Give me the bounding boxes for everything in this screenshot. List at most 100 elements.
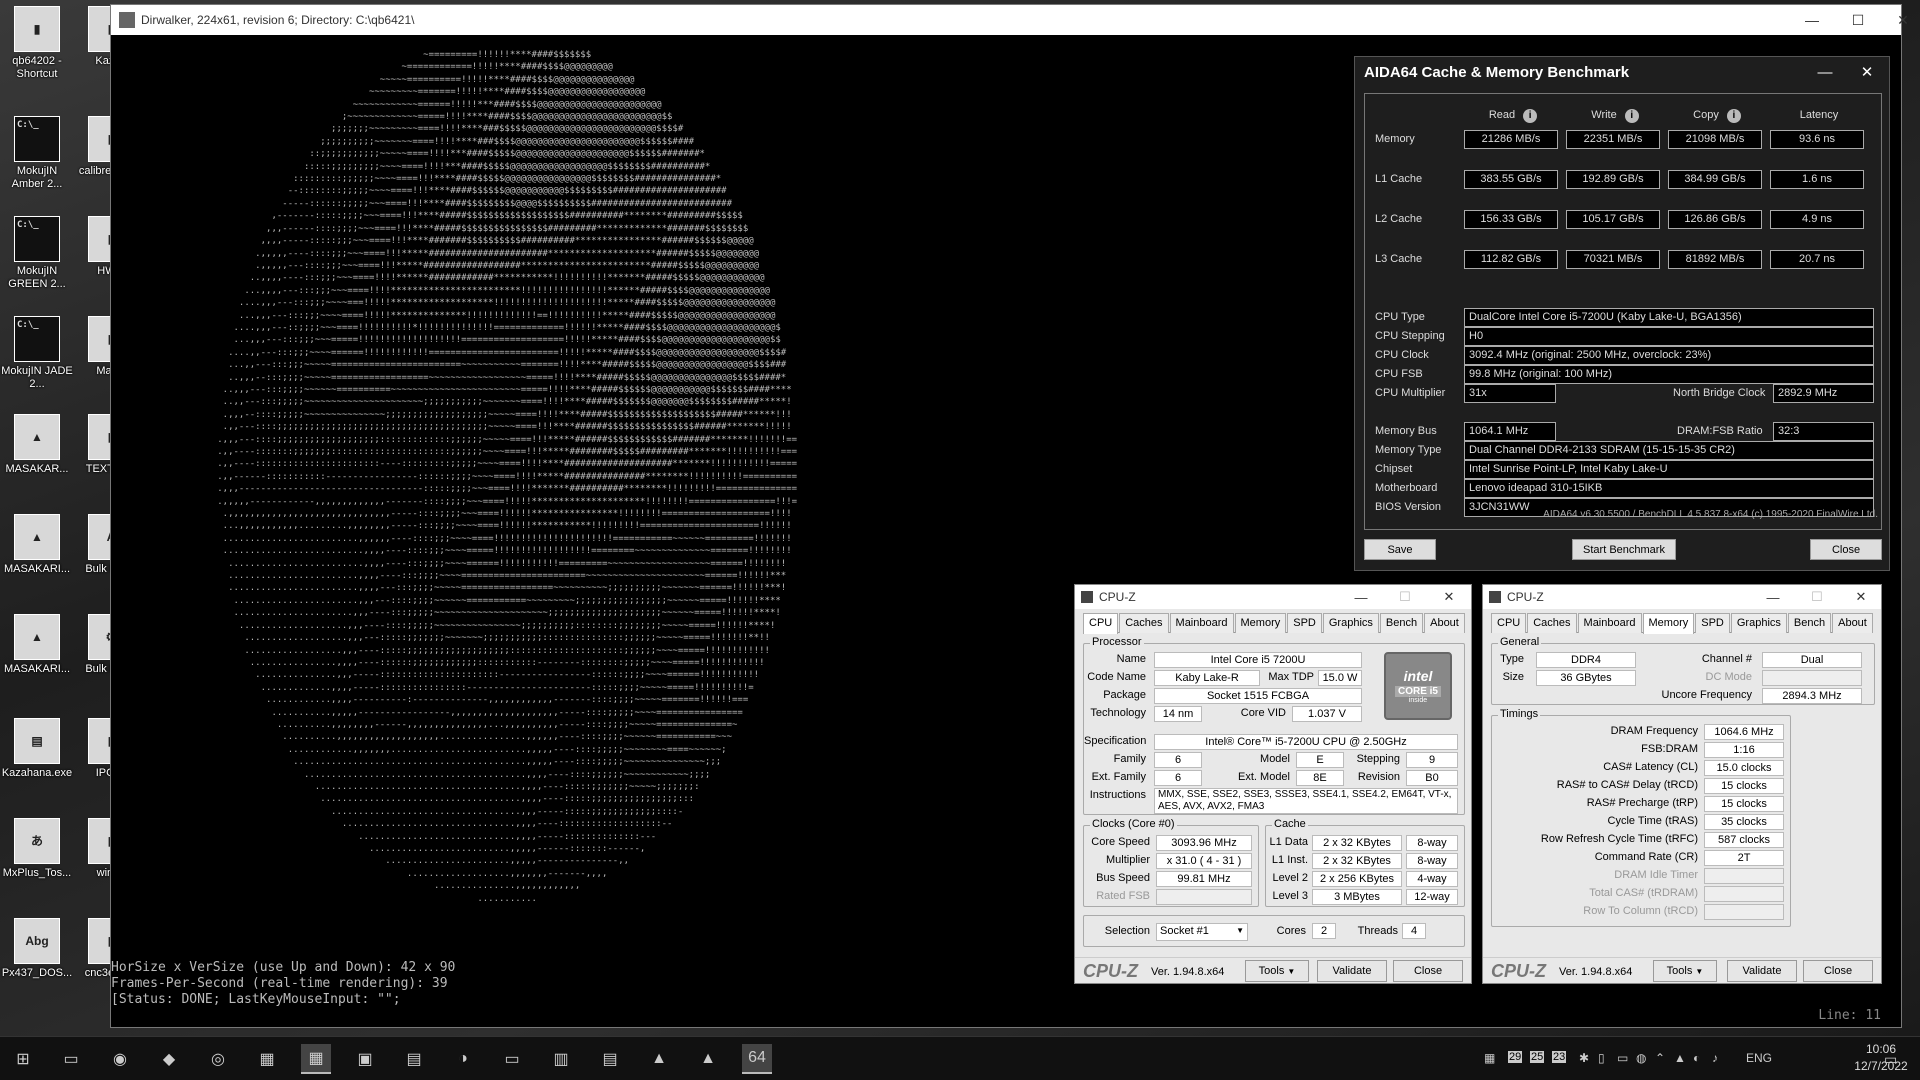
close-text-button[interactable]: Close [1803, 960, 1873, 982]
close-button[interactable]: ✕ [1427, 585, 1471, 609]
taskbar-app-icon[interactable]: ▥ [546, 1044, 576, 1074]
taskbar-app-icon[interactable]: ◎ [203, 1044, 233, 1074]
taskbar-app-icon[interactable]: ▤ [399, 1044, 429, 1074]
minimize-button[interactable]: — [1789, 5, 1835, 35]
tab-graphics[interactable]: Graphics [1730, 613, 1787, 633]
cpuz-logo: CPU-Z [1491, 961, 1546, 981]
general-group-label: General [1498, 636, 1542, 648]
desktop-icon[interactable]: Abg Px437_DOS... [0, 916, 74, 1008]
minimize-button[interactable]: — [1751, 585, 1795, 609]
taskbar-app-icon[interactable]: ◉ [105, 1044, 135, 1074]
cpu-stepping-label: CPU Stepping [1375, 330, 1445, 342]
taskbar-app-icon[interactable]: ▲ [644, 1044, 674, 1074]
desktop-icon[interactable]: C:\_ MokujIN GREEN 2... [0, 214, 74, 306]
tab-mainboard[interactable]: Mainboard [1169, 613, 1234, 633]
notifications-icon[interactable]: ▭ [1884, 1051, 1897, 1068]
taskbar-app-icon[interactable]: ◑ [448, 1044, 478, 1074]
info-icon[interactable]: i [1624, 109, 1639, 123]
close-button[interactable]: ✕ [1881, 5, 1920, 35]
tab-memory[interactable]: Memory [1642, 613, 1695, 634]
info-icon[interactable]: i [1726, 109, 1741, 123]
tools-button[interactable]: Tools ▼ [1245, 960, 1309, 982]
tab-about[interactable]: About [1832, 613, 1873, 633]
cpuz-tabs: CPU Caches Mainboard Memory SPD Graphics Bench… [1491, 613, 1873, 634]
code-name-label: Code Name [1087, 671, 1146, 683]
tab-memory[interactable]: Memory [1234, 613, 1287, 633]
desktop-icon[interactable]: ▮ qb64202 - Shortcut [0, 4, 74, 96]
dirwalker-titlebar[interactable]: Dirwalker, 224x61, revision 6; Directory… [111, 5, 1901, 35]
level3-value: 3 MBytes [1312, 889, 1402, 905]
aida64-close-text-button[interactable]: Close [1810, 539, 1882, 560]
desktop-icon[interactable]: ▲ MASAKARI... [0, 612, 74, 704]
tools-button[interactable]: Tools ▼ [1653, 960, 1717, 982]
memory-type-label: Memory Type [1375, 444, 1442, 456]
tab-bench[interactable]: Bench [1379, 613, 1424, 633]
taskbar-app-icon[interactable]: ▤ [595, 1044, 625, 1074]
socket-select[interactable]: Socket #1 ▼ [1156, 923, 1248, 941]
tab-cpu[interactable]: CPU [1083, 613, 1119, 634]
tray-icon[interactable]: ▦ [1484, 1051, 1495, 1065]
desktop-icon[interactable]: ▲ MASAKARI... [0, 512, 74, 604]
info-icon[interactable]: i [1523, 109, 1538, 123]
close-text-button[interactable]: Close [1393, 960, 1463, 982]
trfc-label: Row Refresh Cycle Time (tRFC) [1540, 833, 1698, 845]
tray-icon[interactable]: ▯ [1598, 1051, 1605, 1065]
aida64-minimize-button[interactable]: — [1803, 57, 1847, 87]
tab-caches[interactable]: Caches [1527, 613, 1577, 633]
taskbar-app-icon[interactable]: ▦ [252, 1044, 282, 1074]
tray-counter-icon[interactable]: 25 [1530, 1051, 1545, 1063]
tab-cpu[interactable]: CPU [1491, 613, 1527, 633]
tray-counter-icon[interactable]: 23 [1552, 1051, 1567, 1063]
taskbar-app-icon[interactable]: ▦ [301, 1044, 331, 1074]
tray-icon[interactable]: ♪ [1712, 1051, 1718, 1065]
language-indicator[interactable]: ENG [1746, 1051, 1772, 1065]
start-button[interactable]: ⊞ [8, 1044, 38, 1074]
aida64-close-button[interactable]: ✕ [1845, 57, 1889, 87]
taskbar-app-icon[interactable]: 64 [742, 1044, 772, 1074]
desktop-icon[interactable]: C:\_ MokujIN Amber 2... [0, 114, 74, 206]
tab-graphics[interactable]: Graphics [1322, 613, 1379, 633]
taskbar-app-icon[interactable]: ◆ [154, 1044, 184, 1074]
tab-bench[interactable]: Bench [1787, 613, 1832, 633]
tray-icon[interactable]: ✱ [1579, 1051, 1589, 1065]
model-label: Model [1260, 753, 1290, 765]
tab-spd[interactable]: SPD [1287, 613, 1322, 633]
tab-about[interactable]: About [1424, 613, 1465, 633]
l1-data-label: L1 Data [1269, 836, 1308, 848]
tray-counter-icon[interactable]: 29 [1508, 1051, 1523, 1063]
desktop-icon[interactable]: あ MxPlus_Tos... [0, 816, 74, 908]
minimize-button[interactable]: — [1339, 585, 1383, 609]
tab-mainboard[interactable]: Mainboard [1577, 613, 1642, 633]
taskbar-app-icon[interactable]: ▲ [693, 1044, 723, 1074]
tray-icon[interactable]: ▭ [1617, 1051, 1628, 1065]
desktop-icon[interactable]: C:\_ MokujIN JADE 2... [0, 314, 74, 406]
clock[interactable]: 10:06 12/7/2022 [1846, 1041, 1916, 1075]
status-line-state: [Status: DONE; LastKeyMouseInput: ""; [111, 992, 401, 1007]
threads-label: Threads [1357, 925, 1398, 937]
close-button[interactable]: ✕ [1839, 585, 1883, 609]
validate-button[interactable]: Validate [1317, 960, 1387, 982]
intel-core-i5-logo: intel CORE i5 inside [1384, 652, 1452, 720]
taskbar-app-icon[interactable]: ▭ [56, 1044, 86, 1074]
save-button[interactable]: Save [1364, 539, 1436, 560]
bench-value: 21286 MB/s [1464, 130, 1558, 149]
maximize-button[interactable]: ☐ [1835, 5, 1881, 35]
tray-icon[interactable]: ⌃ [1655, 1051, 1665, 1065]
tab-caches[interactable]: Caches [1119, 613, 1169, 633]
desktop-icon[interactable]: ▲ MASAKAR... [0, 412, 74, 504]
taskbar-app-icon[interactable]: ▣ [350, 1044, 380, 1074]
taskbar-app-icon[interactable]: ▭ [497, 1044, 527, 1074]
tray-icon[interactable]: ▲ [1674, 1051, 1686, 1065]
trfc-value: 587 clocks [1704, 832, 1784, 848]
revision-label: Revision [1357, 771, 1400, 783]
start-benchmark-button[interactable]: Start Benchmark [1572, 539, 1676, 560]
bench-value: 126.86 GB/s [1668, 210, 1762, 229]
desktop-icon-label: Kazahana.exe [1, 767, 73, 779]
tray-icon[interactable]: ◐ [1693, 1051, 1700, 1065]
desktop-icon[interactable]: ▤ Kazahana.exe [0, 716, 74, 808]
max-tdp-label: Max TDP [1268, 671, 1314, 683]
validate-button[interactable]: Validate [1727, 960, 1797, 982]
tray-icon[interactable]: ◍ [1636, 1051, 1646, 1065]
tab-spd[interactable]: SPD [1695, 613, 1730, 633]
channel-label: Channel # [1701, 653, 1752, 665]
